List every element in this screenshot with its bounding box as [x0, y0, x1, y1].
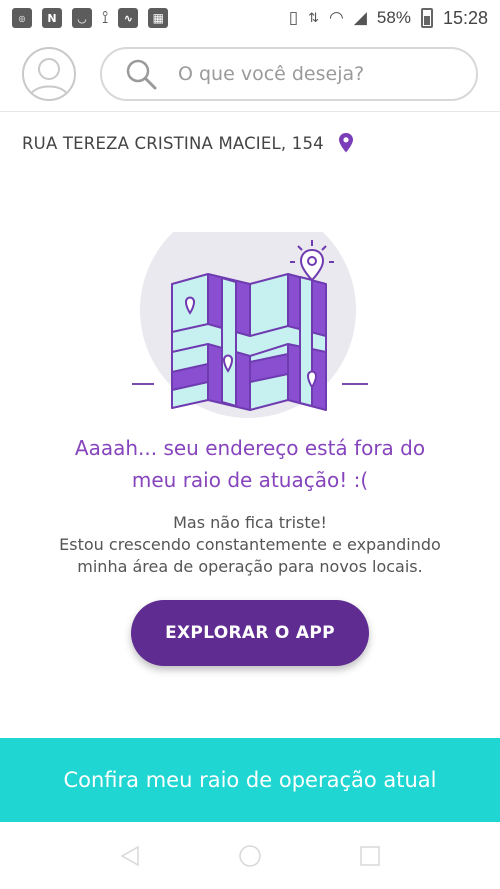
system-nav-bar [0, 822, 500, 889]
clock: 15:28 [442, 7, 488, 28]
address-row[interactable]: RUA TEREZA CRISTINA MACIEL, 154 [22, 132, 354, 154]
avatar[interactable] [22, 46, 76, 101]
bag-icon: ◡ [72, 8, 92, 28]
status-left-icons: ◎ N ◡ ⟟ ∿ ▦ [12, 8, 169, 28]
search-bar[interactable] [100, 46, 478, 101]
back-icon[interactable] [118, 844, 142, 868]
out-of-range-headline: Aaaah... seu endereço está fora do meu r… [20, 432, 480, 496]
check-coverage-button[interactable]: Confira meu raio de operação atual [0, 738, 500, 822]
out-of-range-illustration [130, 202, 370, 422]
app-notification-icon: ◎ [12, 8, 32, 28]
location-pin-icon [338, 133, 353, 153]
recents-icon[interactable] [358, 844, 382, 868]
signal-app-icon: ⟟ [102, 8, 109, 28]
battery-percent: 58% [376, 8, 411, 27]
folded-map-icon [171, 273, 327, 411]
vibrate-icon: ▯ [288, 8, 299, 28]
image-icon: ▦ [148, 8, 169, 28]
home-icon[interactable] [238, 844, 262, 868]
out-of-range-description: Mas não fica triste! Estou crescendo con… [20, 512, 480, 578]
chart-icon: ∿ [118, 8, 139, 28]
headline-line-1: Aaaah... seu endereço está fora do [74, 436, 426, 460]
check-coverage-label: Confira meu raio de operação atual [63, 768, 437, 792]
subtext-line-1: Mas não fica triste! [173, 513, 327, 532]
cell-signal-icon: ◢ [353, 8, 367, 28]
search-input[interactable] [178, 62, 454, 85]
search-icon [126, 59, 157, 89]
subtext-line-2: Estou crescendo constantemente e expandi… [59, 535, 441, 554]
subtext-line-3: minha área de operação para novos locais… [77, 557, 423, 576]
address-text: RUA TEREZA CRISTINA MACIEL, 154 [22, 133, 324, 153]
battery-icon [420, 8, 433, 28]
header [0, 36, 500, 112]
explore-app-button[interactable]: EXPLORAR O APP [131, 600, 369, 666]
status-right-icons: ▯ ⇅ ◠ ◢ 58% 15:28 [289, 8, 488, 29]
user-silhouette-icon [29, 57, 69, 97]
nv-icon: N [42, 8, 62, 28]
headline-line-2: meu raio de atuação! :( [131, 468, 369, 492]
wifi-icon: ◠ [329, 8, 344, 28]
status-bar: ◎ N ◡ ⟟ ∿ ▦ ▯ ⇅ ◠ ◢ 58% 15:28 [0, 0, 500, 36]
data-arrows-icon: ⇅ [308, 10, 319, 26]
